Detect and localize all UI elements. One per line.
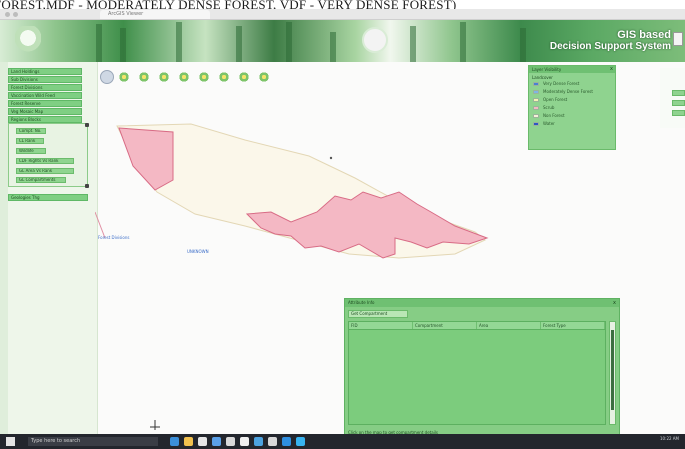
department-logo <box>362 27 388 53</box>
info-header: Attribute Info x <box>345 299 619 307</box>
window-close-button[interactable] <box>673 32 683 46</box>
store-app-icon[interactable] <box>198 437 207 446</box>
sidebar-item-5[interactable]: Veg Mosaic Map <box>8 108 82 115</box>
legend-item: Water <box>529 120 615 128</box>
column-header[interactable]: Area <box>477 322 541 329</box>
right-panel-button[interactable] <box>672 90 685 96</box>
left-sidebar: Land Holdings Sub Divisions Forest Divis… <box>0 62 98 434</box>
forward-icon[interactable] <box>13 12 18 17</box>
browser-app-icon[interactable] <box>170 437 179 446</box>
legend-item: Very Dense Forest <box>529 80 615 88</box>
legend-item: Open Forest <box>529 96 615 104</box>
app-icon[interactable] <box>282 437 291 446</box>
column-header[interactable]: Compartment <box>413 322 477 329</box>
legend-swatch-icon <box>533 122 539 126</box>
app-icon[interactable] <box>240 437 249 446</box>
map-label-mid: UNKNOWN <box>187 249 209 254</box>
subpanel-resize-icon[interactable] <box>85 184 89 188</box>
column-header[interactable]: FID <box>349 322 413 329</box>
emblem-logo <box>15 26 41 56</box>
table-cell <box>413 330 477 337</box>
sidebar-subitem-4[interactable]: GL Area Vs Rank <box>16 168 74 174</box>
legend-item: Moderately Dense Forest <box>529 88 615 96</box>
sidebar-item-1[interactable]: Sub Divisions <box>8 76 82 83</box>
legend-close-icon[interactable]: x <box>610 66 613 73</box>
sidebar-subitem-5[interactable]: GL Compartments <box>16 177 66 183</box>
sidebar-subitem-2[interactable]: Wildlife <box>16 148 46 154</box>
legend-swatch-icon <box>533 82 539 86</box>
sidebar-item-bottom[interactable]: Geologies Thg <box>8 194 88 201</box>
app-icon[interactable] <box>296 437 305 446</box>
sidebar-subitem-3[interactable]: CDF Rights Vs Rank <box>16 158 74 164</box>
legend-item: Scrub <box>529 104 615 112</box>
legend-swatch-icon <box>533 90 539 94</box>
compartment-polygon-a[interactable] <box>118 127 174 191</box>
north-arrow-icon <box>150 420 160 430</box>
sidebar-item-2[interactable]: Forest Divisions <box>8 84 82 91</box>
right-panel <box>660 68 685 128</box>
folder-app-icon[interactable] <box>184 437 193 446</box>
app-icon[interactable] <box>268 437 277 446</box>
screenshot-root: FOREST,MDF - MODERATELY DENSE FOREST, VD… <box>0 0 685 449</box>
table-cell <box>477 330 541 337</box>
attribute-info-panel: Attribute Info x Get Compartment FID Com… <box>344 298 620 439</box>
header-banner: GIS based Decision Support System <box>0 20 685 62</box>
table-cell <box>541 330 605 337</box>
sidebar-subitem-0[interactable]: Compt. No. <box>16 128 46 134</box>
sidebar-strip <box>0 62 8 434</box>
subpanel-pin-icon[interactable] <box>85 123 89 127</box>
get-compartment-button[interactable]: Get Compartment <box>348 310 408 318</box>
legend-header: Layer Visibility x <box>529 66 615 73</box>
legend-subtitle: Landcover <box>532 75 553 80</box>
taskbar-search-input[interactable]: Type here to search <box>28 437 158 446</box>
attribute-table: FID Compartment Area Forest Type <box>348 321 606 425</box>
right-panel-button[interactable] <box>672 100 685 106</box>
banner-title: GIS based Decision Support System <box>549 29 671 52</box>
legend-swatch-icon <box>533 114 539 118</box>
scrollbar-thumb[interactable] <box>611 330 614 410</box>
legend-item: Non Forest <box>529 112 615 120</box>
mail-app-icon[interactable] <box>212 437 221 446</box>
taskbar-clock[interactable]: 10:22 AM <box>660 436 679 441</box>
sidebar-subpanel: Compt. No. CL Rank Wildlife CDF Rights V… <box>8 123 89 188</box>
legend-swatch-icon <box>533 98 539 102</box>
sidebar-item-4[interactable]: Forest Reserve <box>8 100 82 107</box>
table-cell <box>349 330 413 337</box>
table-row[interactable] <box>349 330 605 337</box>
browser-tab[interactable]: ArcGIS Viewer <box>100 10 210 19</box>
browser-chrome: ArcGIS Viewer <box>0 9 685 20</box>
windows-start-icon[interactable] <box>6 437 15 446</box>
legend-swatch-icon <box>533 106 539 110</box>
column-header[interactable]: Forest Type <box>541 322 605 329</box>
sidebar-subitem-1[interactable]: CL Rank <box>16 138 44 144</box>
legend-panel: Layer Visibility x Landcover Very Dense … <box>528 65 616 150</box>
caption-text: FOREST,MDF - MODERATELY DENSE FOREST, VD… <box>0 0 685 9</box>
info-close-icon[interactable]: x <box>613 299 616 307</box>
map-point <box>329 156 333 160</box>
sidebar-item-0[interactable]: Land Holdings <box>8 68 82 75</box>
table-scrollbar[interactable] <box>609 321 616 425</box>
sidebar-item-3[interactable]: Vaccination Wild Feed <box>8 92 82 99</box>
map-label-left: Forest Divisions <box>98 235 130 240</box>
app-icon[interactable] <box>254 437 263 446</box>
app-icon[interactable] <box>226 437 235 446</box>
right-panel-button[interactable] <box>672 110 685 116</box>
back-icon[interactable] <box>5 12 10 17</box>
os-taskbar: Type here to search 10:22 AM <box>0 434 685 449</box>
sidebar-item-6[interactable]: Regions Blocks <box>8 116 82 123</box>
table-header: FID Compartment Area Forest Type <box>349 322 605 330</box>
